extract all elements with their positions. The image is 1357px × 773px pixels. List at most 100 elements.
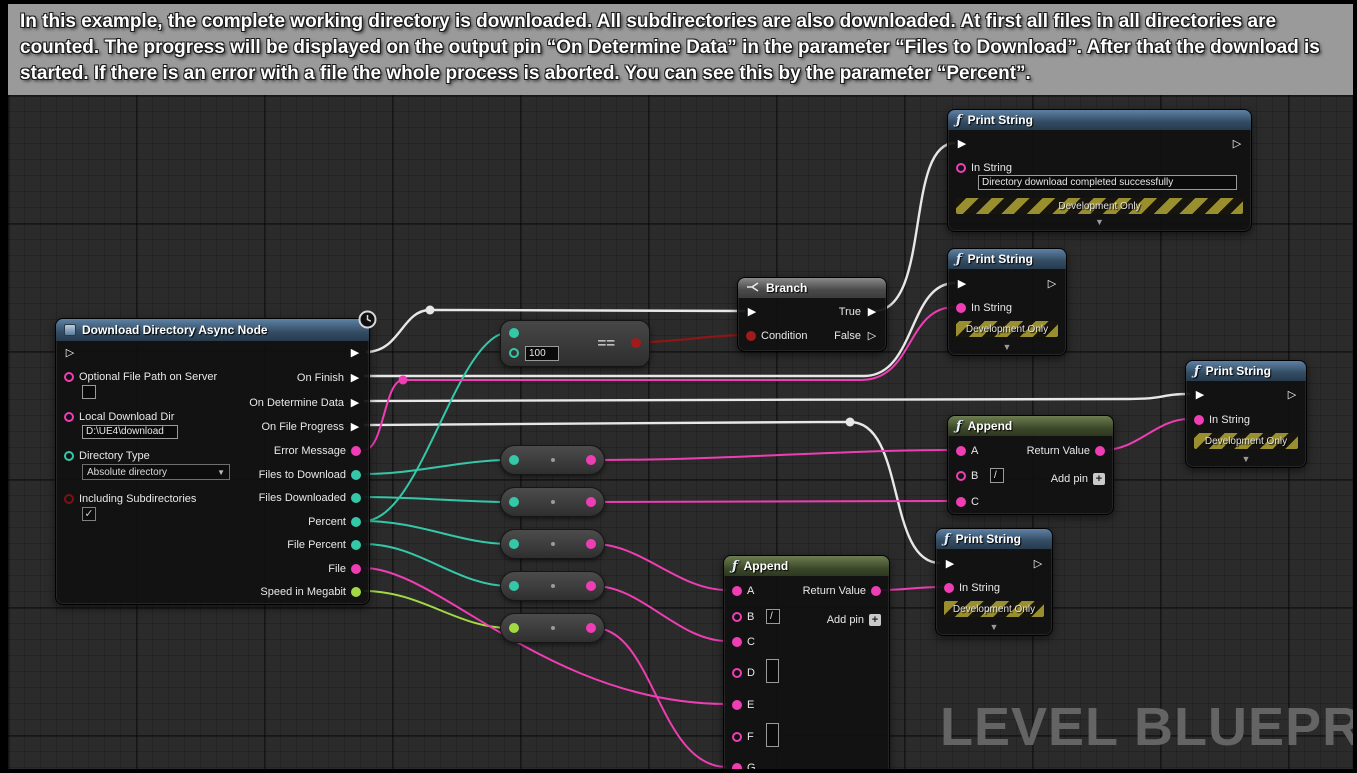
exec-out-pin[interactable]: ▷	[1286, 389, 1298, 401]
compare-input-a-pin[interactable]	[509, 328, 519, 338]
condition-pin[interactable]	[746, 331, 756, 341]
compare-input-b-pin[interactable]	[509, 348, 519, 358]
exec-out-pin[interactable]: ▶	[349, 347, 361, 359]
reroute-node-string[interactable]	[399, 376, 408, 385]
pin-b[interactable]	[956, 471, 966, 481]
pin-files-downloaded[interactable]	[351, 493, 361, 503]
node-to-text-conversion-3[interactable]	[500, 529, 605, 559]
node-branch[interactable]: Branch ▶ True▶ Condition False▷	[737, 277, 887, 352]
node-to-text-conversion-2[interactable]	[500, 487, 605, 517]
node-header[interactable]: Branch	[738, 278, 886, 298]
exec-false-pin[interactable]: ▷	[866, 330, 878, 342]
exec-out-pin[interactable]: ▷	[1231, 138, 1243, 150]
node-equal-compare[interactable]: 100 ==	[500, 320, 650, 367]
pin-percent[interactable]	[351, 517, 361, 527]
pin-a[interactable]	[956, 446, 966, 456]
reroute-node-exec[interactable]	[846, 418, 855, 427]
pin-file[interactable]	[351, 564, 361, 574]
pin-optional-file-path[interactable]	[64, 372, 74, 382]
pin-directory-type[interactable]	[64, 451, 74, 461]
node-header[interactable]: ƒ Print String	[948, 249, 1066, 269]
node-header[interactable]: ƒ Append	[724, 556, 889, 576]
in-string-value-input[interactable]: Directory download completed successfull…	[978, 175, 1237, 190]
node-print-string-error[interactable]: ƒ Print String ▶ ▷ In String Development…	[947, 248, 1067, 356]
pin-g[interactable]	[732, 763, 742, 769]
conversion-output-pin[interactable]	[586, 623, 596, 633]
collapse-arrow-icon[interactable]: ▼	[1186, 454, 1306, 464]
in-string-pin[interactable]	[956, 163, 966, 173]
pin-b[interactable]	[732, 612, 742, 622]
conversion-input-pin[interactable]	[509, 497, 519, 507]
conversion-input-pin[interactable]	[509, 539, 519, 549]
pin-file-percent[interactable]	[351, 540, 361, 550]
conversion-input-pin[interactable]	[509, 581, 519, 591]
exec-pin-on-finish[interactable]: ▶	[349, 372, 361, 384]
collapse-arrow-icon[interactable]: ▼	[948, 217, 1251, 227]
exec-in-pin[interactable]: ▷	[64, 347, 76, 359]
compare-b-value-input[interactable]: 100	[525, 346, 559, 361]
blueprint-graph-canvas[interactable]: Download Directory Async Node ▷ ▶ Option…	[8, 95, 1353, 769]
exec-true-pin[interactable]: ▶	[866, 306, 878, 318]
node-to-text-conversion-5[interactable]	[500, 613, 605, 643]
conversion-output-pin[interactable]	[586, 455, 596, 465]
pin-f-value-input[interactable]	[766, 723, 779, 747]
pin-including-subdirectories[interactable]	[64, 494, 74, 504]
pin-a[interactable]	[732, 586, 742, 596]
pin-local-download-dir[interactable]	[64, 412, 74, 422]
return-value-pin[interactable]	[1095, 446, 1105, 456]
pin-c[interactable]	[956, 497, 966, 507]
directory-type-dropdown[interactable]: Absolute directory ▼	[82, 464, 230, 480]
collapse-arrow-icon[interactable]: ▼	[948, 342, 1066, 352]
node-download-directory-async[interactable]: Download Directory Async Node ▷ ▶ Option…	[55, 318, 370, 605]
exec-in-pin[interactable]: ▶	[1194, 389, 1206, 401]
conversion-input-pin[interactable]	[509, 455, 519, 465]
conversion-output-pin[interactable]	[586, 497, 596, 507]
node-append-top[interactable]: ƒ Append A Return Value B / Add pin+ C	[947, 415, 1114, 515]
node-to-text-conversion-1[interactable]	[500, 445, 605, 475]
node-to-text-conversion-4[interactable]	[500, 571, 605, 601]
pin-b-value-input[interactable]: /	[990, 468, 1004, 483]
node-print-string-success[interactable]: ƒ Print String ▶ ▷ In String Directory d…	[947, 109, 1252, 232]
node-header[interactable]: ƒ Append	[948, 416, 1113, 436]
node-header[interactable]: Download Directory Async Node	[56, 319, 369, 341]
exec-pin-on-determine-data[interactable]: ▶	[349, 397, 361, 409]
node-append-bottom[interactable]: ƒ Append A Return Value B / Add pin+ C D…	[723, 555, 890, 769]
in-string-pin[interactable]	[956, 303, 966, 313]
pin-b-value-input[interactable]: /	[766, 609, 780, 624]
pin-e[interactable]	[732, 700, 742, 710]
development-only-band[interactable]: Development Only	[956, 198, 1243, 214]
reroute-node-exec[interactable]	[426, 306, 435, 315]
optional-file-path-input[interactable]	[82, 385, 96, 399]
pin-c[interactable]	[732, 637, 742, 647]
in-string-pin[interactable]	[1194, 415, 1204, 425]
development-only-band[interactable]: Development Only	[944, 601, 1044, 617]
exec-in-pin[interactable]: ▶	[746, 306, 758, 318]
node-header[interactable]: ƒ Print String	[1186, 361, 1306, 381]
including-subdirectories-checkbox[interactable]: ✓	[82, 507, 96, 521]
node-print-string-determine[interactable]: ƒ Print String ▶ ▷ In String Development…	[1185, 360, 1307, 468]
pin-d[interactable]	[732, 668, 742, 678]
node-print-string-progress[interactable]: ƒ Print String ▶ ▷ In String Development…	[935, 528, 1053, 636]
in-string-pin[interactable]	[944, 583, 954, 593]
exec-in-pin[interactable]: ▶	[944, 558, 956, 570]
pin-d-value-input[interactable]	[766, 659, 779, 683]
development-only-band[interactable]: Development Only	[956, 321, 1058, 337]
exec-out-pin[interactable]: ▷	[1046, 278, 1058, 290]
development-only-band[interactable]: Development Only	[1194, 433, 1298, 449]
pin-speed-in-megabit[interactable]	[351, 587, 361, 597]
exec-in-pin[interactable]: ▶	[956, 278, 968, 290]
exec-out-pin[interactable]: ▷	[1032, 558, 1044, 570]
local-download-dir-input[interactable]: D:\UE4\download	[82, 425, 178, 439]
conversion-input-pin[interactable]	[509, 623, 519, 633]
conversion-output-pin[interactable]	[586, 539, 596, 549]
pin-f[interactable]	[732, 732, 742, 742]
exec-pin-on-file-progress[interactable]: ▶	[349, 421, 361, 433]
node-header[interactable]: ƒ Print String	[936, 529, 1052, 549]
pin-error-message[interactable]	[351, 446, 361, 456]
compare-result-pin[interactable]	[631, 338, 641, 348]
conversion-output-pin[interactable]	[586, 581, 596, 591]
add-pin-icon[interactable]: +	[1093, 473, 1105, 485]
collapse-arrow-icon[interactable]: ▼	[936, 622, 1052, 632]
add-pin-icon[interactable]: +	[869, 614, 881, 626]
exec-in-pin[interactable]: ▶	[956, 138, 968, 150]
